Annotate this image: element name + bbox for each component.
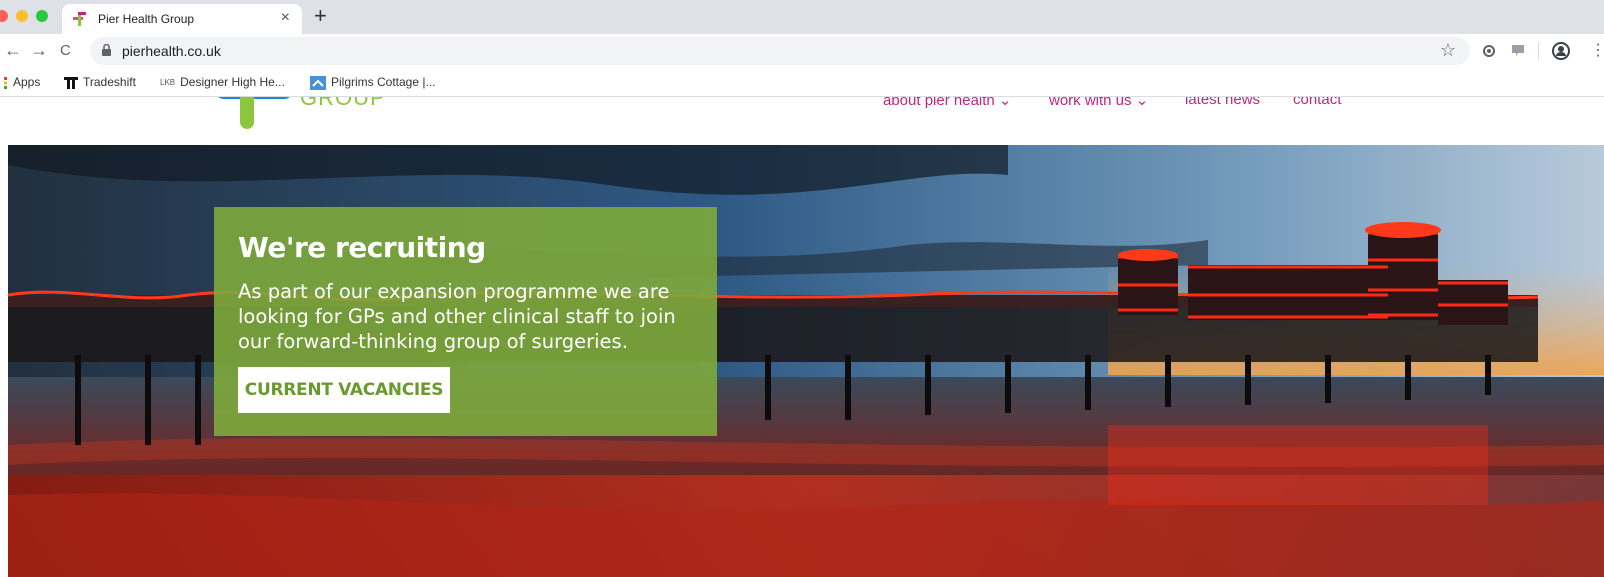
lock-icon [102,44,111,56]
extension-circle-icon[interactable] [1482,44,1496,58]
pilgrims-icon [310,75,326,90]
tab-title: Pier Health Group [98,12,195,26]
new-tab-button[interactable]: + [314,3,327,29]
tab-close-icon[interactable]: × [281,9,290,27]
bookmark-label: Designer High He... [180,75,285,89]
bookmark-designer-high[interactable]: LKB Designer High He... [160,75,285,89]
pier-health-logo-icon[interactable] [214,97,294,135]
site-header: GROUP about pier health ⌄ work with us ⌄… [0,97,1604,143]
bookmark-label: Tradeshift [83,75,136,89]
bookmark-star-icon[interactable]: ☆ [1440,40,1456,61]
pier-health-favicon-icon [73,12,86,26]
browser-toolbar: ← → C pierhealth.co.uk ☆ ⋮ [0,34,1604,68]
lkb-icon: LKB [160,78,176,88]
bookmark-pilgrims-cottage[interactable]: Pilgrims Cottage |... [310,75,435,90]
close-window-button[interactable] [0,10,8,22]
address-bar[interactable]: pierhealth.co.uk ☆ [90,37,1470,65]
nav-work-with-us[interactable]: work with us ⌄ [1049,97,1148,109]
profile-icon[interactable] [1552,42,1570,60]
apps-grid-icon [4,76,7,89]
nav-contact[interactable]: contact [1293,97,1341,108]
bookmark-label: Pilgrims Cottage |... [331,75,436,89]
nav-about-pier-health[interactable]: about pier health ⌄ [883,97,1012,109]
browser-tab[interactable]: Pier Health Group × [62,4,302,34]
bookmark-tradeshift[interactable]: Tradeshift [64,75,136,89]
minimize-window-button[interactable] [16,10,28,22]
url-text: pierhealth.co.uk [122,43,221,59]
logo-text: GROUP [300,97,386,110]
toolbar-divider [1538,42,1539,60]
nav-latest-news[interactable]: latest news [1185,97,1260,108]
back-button[interactable]: ← [4,40,22,61]
recruiting-promo-panel: We're recruiting As part of our expansio… [214,207,717,436]
bookmark-label: Apps [13,75,41,89]
bookmarks-bar: Apps Tradeshift LKB Designer High He... P… [0,68,1604,97]
menu-dots-icon[interactable]: ⋮ [1590,40,1604,60]
bookmark-apps[interactable]: Apps [4,75,40,89]
extension-flag-icon[interactable] [1510,43,1526,59]
tradeshift-icon [64,76,78,89]
current-vacancies-button[interactable]: CURRENT VACANCIES [238,367,450,413]
reload-button[interactable]: C [60,42,71,59]
forward-button[interactable]: → [30,40,48,61]
hero-banner: We're recruiting As part of our expansio… [8,145,1604,577]
browser-tab-strip: Pier Health Group × + [0,0,1604,34]
promo-text: As part of our expansion programme we ar… [238,280,676,353]
promo-title: We're recruiting [238,231,486,264]
maximize-window-button[interactable] [36,10,48,22]
